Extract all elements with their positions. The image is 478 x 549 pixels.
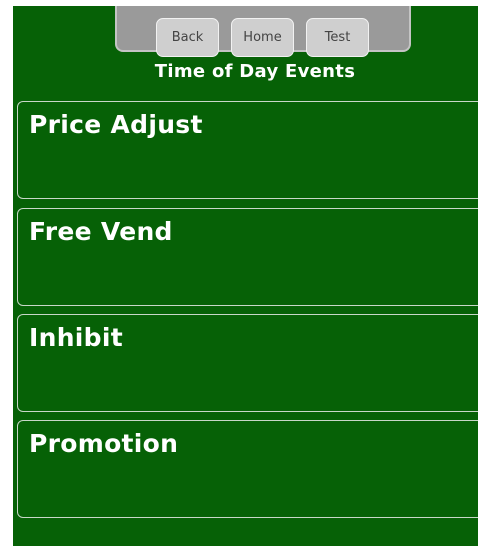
event-card-promotion[interactable]: Promotion <box>17 420 478 518</box>
screen: Back Home Test Time of Day Events Price … <box>13 6 478 546</box>
event-card-free-vend[interactable]: Free Vend <box>17 208 478 306</box>
event-card-price-adjust[interactable]: Price Adjust <box>17 101 478 199</box>
home-button[interactable]: Home <box>231 18 294 57</box>
event-label: Price Adjust <box>29 110 203 139</box>
event-label: Free Vend <box>29 217 173 246</box>
event-card-inhibit[interactable]: Inhibit <box>17 314 478 412</box>
event-label: Promotion <box>29 429 179 458</box>
event-label: Inhibit <box>29 323 123 352</box>
back-button[interactable]: Back <box>156 18 219 57</box>
page-title: Time of Day Events <box>154 61 356 82</box>
test-button[interactable]: Test <box>306 18 369 57</box>
